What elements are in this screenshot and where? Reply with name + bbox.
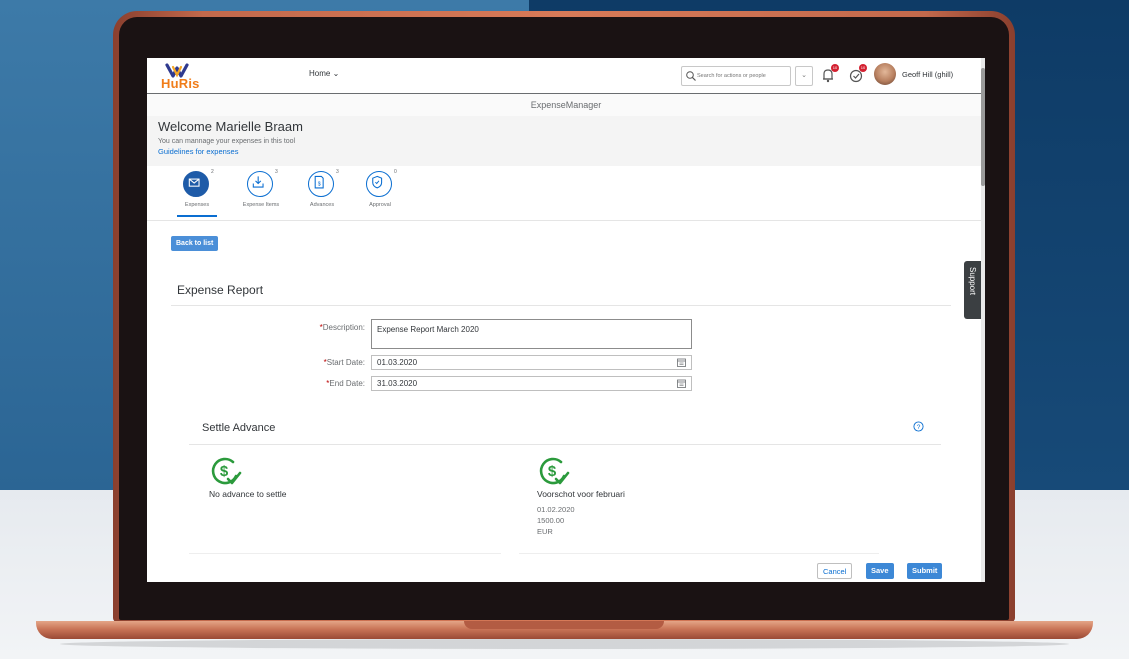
tab-expense-items-count: 3 [275,169,278,175]
cancel-button[interactable]: Cancel [817,563,853,579]
tab-expense-items-circle [247,171,273,197]
avatar[interactable] [874,63,896,85]
approvals-badge: 10 [859,64,867,72]
back-to-list-button[interactable]: Back to list [171,236,219,251]
advance-date: 01.02.2020 [537,505,575,514]
welcome-title: Welcome Marielle Braam [158,119,303,134]
start-date-input[interactable]: 01.03.2020 [371,355,692,370]
welcome-subtitle: You can mannage your expenses in this to… [158,138,296,145]
description-input[interactable]: Expense Report March 2020 [371,319,692,349]
tab-expense-items[interactable]: 3 Expense Items [231,169,291,219]
tab-approval-label: Approval [369,202,391,208]
search-input[interactable] [697,67,787,85]
tab-advances[interactable]: $ 3 Advances [292,169,352,219]
approvals-button[interactable]: 10 [848,64,867,84]
search-box[interactable] [681,66,791,86]
laptop-shadow [60,639,1069,649]
download-tray-icon [252,176,264,188]
laptop-notch [464,621,664,629]
tab-expenses[interactable]: 2 Expenses [167,169,227,219]
start-date-label-text: Start Date: [326,358,365,367]
tab-active-underline [177,215,217,217]
tab-approval[interactable]: 0 Approval [350,169,410,219]
help-icon[interactable]: ? [913,421,924,432]
svg-text:$: $ [220,463,229,480]
description-label-text: Description: [322,323,365,332]
logo-text: HuRis [161,76,200,91]
report-divider [171,305,951,306]
shell-bar: HuRis Home ⌄ ⌄ 10 10 Geoff [147,58,985,94]
end-date-label-text: End Date: [329,379,365,388]
report-section-title: Expense Report [177,283,264,297]
advance-currency: EUR [537,527,553,536]
tab-advances-label: Advances [309,202,335,208]
tab-approval-count: 0 [394,169,397,175]
tab-expenses-circle [183,171,209,197]
tab-bar: 2 Expenses 3 Expense Items $ 3 Advances … [147,166,985,221]
notifications-badge: 10 [831,64,839,72]
tab-expenses-count: 2 [211,169,214,175]
tab-expenses-label: Expenses [184,202,210,208]
svg-text:?: ? [917,424,921,431]
save-button[interactable]: Save [866,563,894,579]
tab-advances-circle: $ [308,171,334,197]
calendar-icon[interactable] [677,379,686,388]
search-icon [686,71,696,81]
end-date-value: 31.03.2020 [377,379,418,388]
card-divider-left [189,553,501,554]
calendar-icon[interactable] [677,358,686,367]
settle-advance-title: Settle Advance [202,422,276,434]
end-date-label: *End Date: [275,379,365,388]
welcome-area: Welcome Marielle Braam You can mannage y… [147,116,985,166]
tab-advances-count: 3 [336,169,339,175]
guidelines-link[interactable]: Guidelines for expenses [158,147,238,156]
money-document-icon: $ [314,175,324,189]
scrollbar-thumb[interactable] [981,68,985,186]
start-date-label: *Start Date: [275,358,365,367]
tab-approval-circle [366,171,392,197]
app-title: ExpenseManager [530,100,602,110]
card-divider-right [519,553,879,554]
dollar-check-icon: $ [539,457,570,485]
svg-text:$: $ [318,181,321,187]
settle-divider [189,444,941,445]
shield-check-icon [372,175,383,189]
advance-amount: 1500.00 [537,516,565,525]
end-date-input[interactable]: 31.03.2020 [371,376,692,391]
dollar-check-icon: $ [211,457,242,485]
search-scope-dropdown[interactable]: ⌄ [795,66,813,86]
notifications-button[interactable]: 10 [820,64,839,84]
description-label: *Description: [275,323,365,332]
screen: HuRis Home ⌄ ⌄ 10 10 Geoff [147,58,985,582]
envelope-icon [188,178,200,187]
home-menu[interactable]: Home ⌄ [309,69,339,78]
submit-button[interactable]: Submit [907,563,943,579]
svg-text:$: $ [548,463,557,480]
support-label: Support [968,267,977,296]
start-date-value: 01.03.2020 [377,358,418,367]
app-subheader: ExpenseManager [147,94,985,117]
advance-none-title: No advance to settle [209,489,287,499]
advance-title: Voorschot voor februari [537,489,625,499]
user-name[interactable]: Geoff Hill (ghill) [902,70,953,79]
tab-expense-items-label: Expense Items [242,202,280,208]
